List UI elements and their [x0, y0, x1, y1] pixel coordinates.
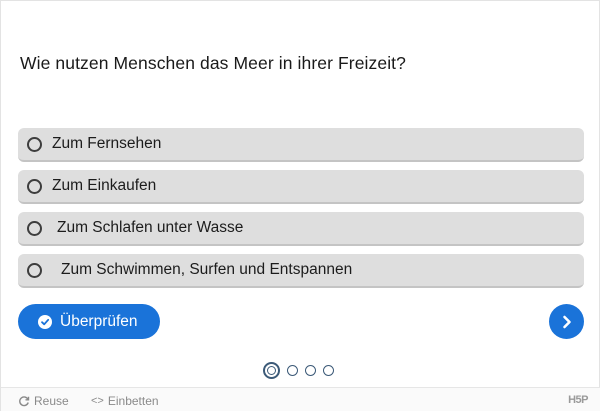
- slide-dot-4[interactable]: [323, 364, 334, 376]
- h5p-logo[interactable]: H5P: [568, 394, 588, 406]
- check-answer-button[interactable]: Überprüfen: [18, 304, 160, 339]
- check-answer-label: Überprüfen: [60, 312, 138, 330]
- slide-dot-3[interactable]: [305, 364, 316, 376]
- reuse-label: Reuse: [34, 394, 69, 408]
- next-slide-button[interactable]: [549, 304, 584, 339]
- answer-option-1[interactable]: Zum Fernsehen: [18, 128, 584, 162]
- code-brackets-icon: <>: [91, 395, 104, 407]
- checkmark-circle-icon: [38, 314, 52, 329]
- radio-icon: [27, 262, 42, 278]
- slide-dot-1-current[interactable]: [263, 361, 280, 379]
- slide-navigation-dots: [263, 361, 334, 379]
- reuse-icon: [18, 395, 30, 407]
- h5p-footer: Reuse <> Einbetten H5P: [1, 387, 600, 411]
- answer-label: Zum Fernsehen: [52, 135, 162, 152]
- radio-icon: [27, 220, 42, 236]
- radio-icon: [27, 178, 42, 194]
- slide-dot-2[interactable]: [287, 364, 298, 376]
- question-text: Wie nutzen Menschen das Meer in ihrer Fr…: [20, 53, 406, 73]
- radio-icon: [27, 136, 42, 152]
- answer-label: Zum Schwimmen, Surfen und Entspannen: [61, 261, 353, 278]
- embed-label: Einbetten: [107, 394, 159, 408]
- answer-option-3[interactable]: Zum Schlafen unter Wasse: [18, 212, 584, 246]
- answer-label: Zum Einkaufen: [52, 177, 157, 194]
- answer-label: Zum Schlafen unter Wasse: [57, 219, 244, 236]
- embed-link[interactable]: <> Einbetten: [91, 394, 159, 408]
- answer-option-2[interactable]: Zum Einkaufen: [18, 170, 584, 204]
- chevron-right-icon: [561, 315, 573, 329]
- answer-option-4[interactable]: Zum Schwimmen, Surfen und Entspannen: [18, 254, 584, 288]
- h5p-content-frame: Wie nutzen Menschen das Meer in ihrer Fr…: [0, 0, 600, 411]
- reuse-link[interactable]: Reuse: [18, 394, 69, 408]
